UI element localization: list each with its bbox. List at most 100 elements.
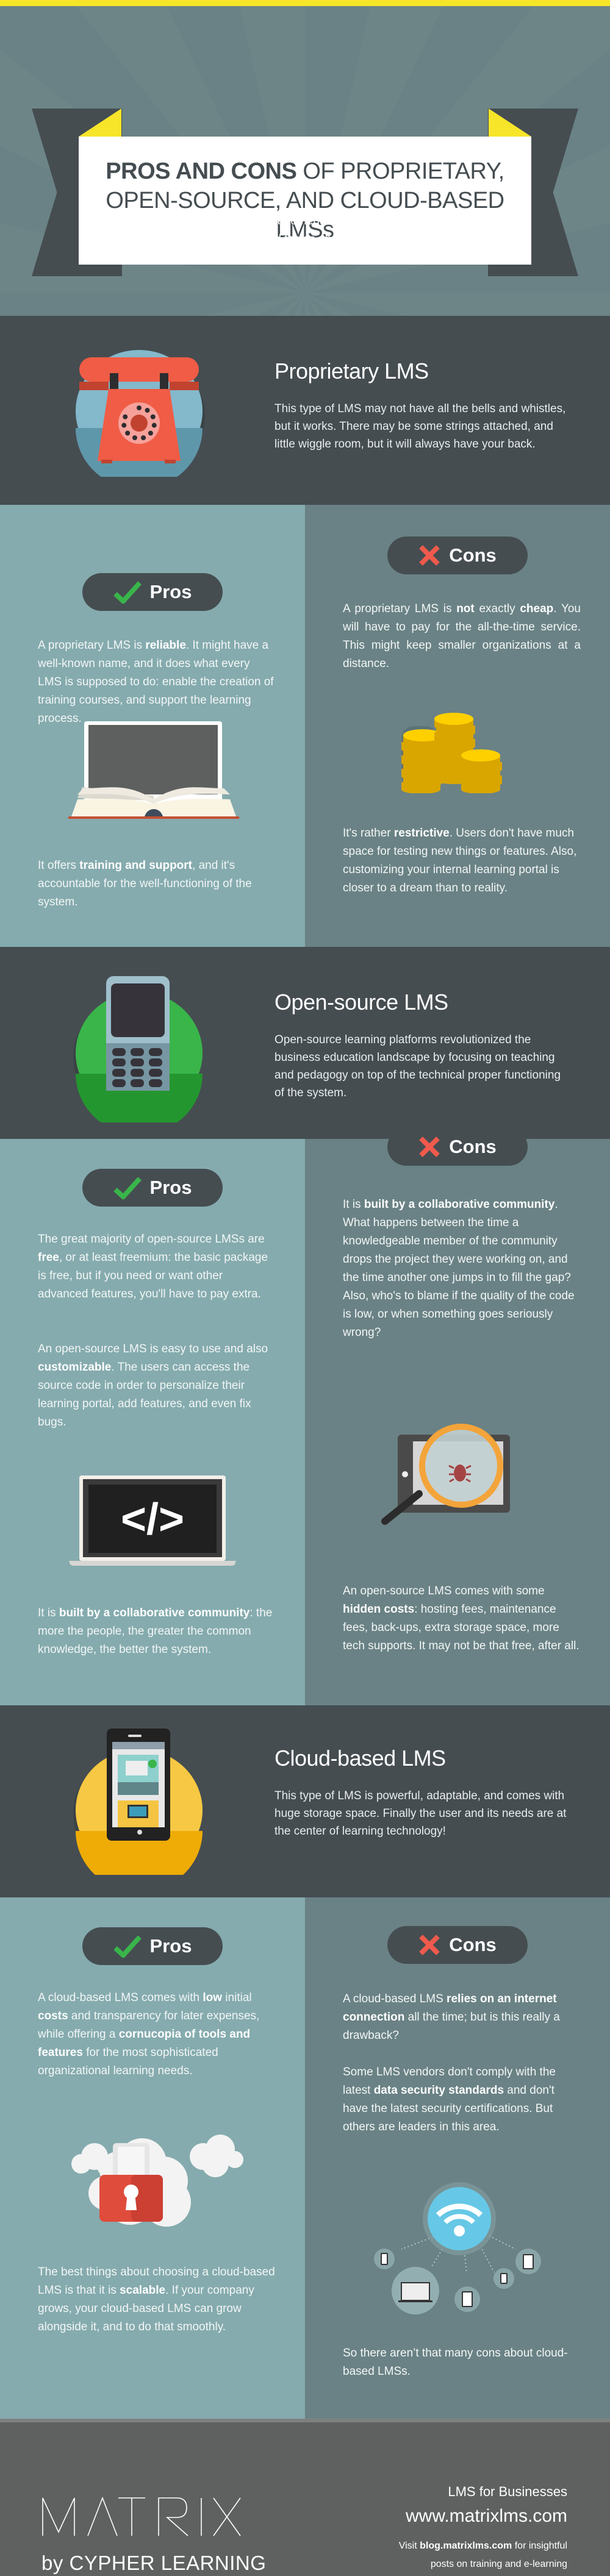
- keypad-key: [112, 1058, 126, 1066]
- con-text: It's rather restrictive. Users don't hav…: [343, 824, 581, 897]
- con-text: So there aren’t that many cons about clo…: [343, 2344, 581, 2381]
- pro-text: The best things about choosing a cloud-b…: [38, 2263, 276, 2336]
- cons-label: Cons: [449, 1934, 497, 1955]
- magnifier-bug-tablet-icon: [380, 1421, 514, 1533]
- sunburst-ray: [305, 293, 610, 316]
- check-icon: [113, 1935, 142, 1958]
- top-accent-bar: [0, 0, 610, 6]
- laptop-code-icon: </>: [69, 1475, 236, 1570]
- pros-label: Pros: [149, 1935, 192, 1957]
- title-rest: OF PROPRIETARY,: [296, 159, 504, 184]
- body-text: It is: [38, 1607, 59, 1619]
- pro-text: A proprietary LMS is reliable. It might …: [38, 637, 276, 728]
- section-open-source-pros-cons: Pros The great majority of open-source L…: [0, 1128, 610, 1705]
- con-text: An open-source LMS comes with some hidde…: [343, 1582, 581, 1655]
- cross-icon: [419, 1136, 440, 1157]
- pros-column: Pros A proprietary LMS is reliable. It m…: [0, 505, 305, 947]
- section-title: Cloud-based LMS: [274, 1746, 446, 1771]
- emphasis-text: scalable: [120, 2284, 166, 2297]
- body-text: exactly: [474, 602, 520, 615]
- dial-hole: [150, 414, 156, 419]
- check-icon: [113, 581, 142, 604]
- keypad-key: [149, 1048, 162, 1056]
- section-description: Open-source learning platforms revolutio…: [274, 1033, 561, 1099]
- emphasis-text: costs: [38, 2010, 68, 2022]
- body-text: The great majority of open-source LMSs a…: [38, 1233, 265, 1246]
- cloud-padlock-icon: [63, 2132, 246, 2233]
- keypad-key: [149, 1069, 162, 1077]
- pro-text: It offers training and support, and it's…: [38, 857, 276, 912]
- keypad-key: [112, 1048, 126, 1056]
- body-text: . What happens between the time a knowle…: [343, 1198, 575, 1339]
- title-bold: PROS AND CONS: [106, 159, 297, 184]
- visit-suffix: for insightful: [512, 2541, 567, 2551]
- pros-label: Pros: [149, 1177, 192, 1198]
- keypad-key: [149, 1079, 162, 1087]
- footer-contact: LMS for Businesses www.matrixlms.com Vis…: [399, 2483, 567, 2574]
- cons-label: Cons: [449, 544, 497, 566]
- sunburst-ray: [203, 293, 305, 316]
- blog-link[interactable]: blog.matrixlms.com: [420, 2541, 512, 2551]
- section-description: This type of LMS may not have all the be…: [274, 402, 566, 451]
- con-text: A cloud-based LMS relies on an internet …: [343, 1990, 581, 2045]
- emphasis-text: training and support: [79, 859, 193, 872]
- body-text: initial: [222, 1991, 252, 2004]
- byline: by CYPHER LEARNING: [41, 2552, 267, 2574]
- cons-column: Cons A cloud-based LMS relies on an inte…: [305, 1897, 610, 2419]
- dial-hole: [123, 414, 128, 419]
- section-title: Open-source LMS: [274, 990, 448, 1015]
- con-text: Some LMS vendors don't comply with the l…: [343, 2063, 581, 2136]
- pros-badge: Pros: [82, 573, 223, 611]
- intro-questions: What are the types of learning managemen…: [0, 212, 610, 267]
- pros-column: Pros A cloud-based LMS comes with low in…: [0, 1897, 305, 2419]
- check-icon: [113, 1177, 142, 1199]
- emphasis-text: low: [203, 1991, 223, 2004]
- footer: MATRIX by CYPHER LEARNING LMS for Busine…: [0, 2419, 610, 2576]
- section-cloud-header: Cloud-based LMS This type of LMS is powe…: [0, 1705, 610, 1897]
- section-proprietary-header: Proprietary LMS This type of LMS may not…: [0, 316, 610, 505]
- keypad-key: [149, 1058, 162, 1066]
- coin-stacks-icon: [395, 708, 511, 796]
- section-title: Proprietary LMS: [274, 359, 429, 384]
- pros-label: Pros: [149, 581, 192, 602]
- section-open-source-header: Open-source LMS Open-source learning pla…: [0, 947, 610, 1139]
- hero-header: PROS AND CONS OF PROPRIETARY, OPEN-SOURC…: [0, 6, 610, 316]
- emphasis-text: not: [456, 602, 475, 615]
- pros-badge: Pros: [82, 1169, 223, 1207]
- cons-badge: Cons: [387, 537, 528, 574]
- body-text: . It might have a well-known name, and i…: [38, 639, 274, 725]
- cons-column: Cons It is built by a collaborative comm…: [305, 1128, 610, 1705]
- wifi-devices-icon: [372, 2181, 543, 2318]
- intro-question: What are the good things about each of t…: [185, 233, 425, 246]
- logo-text: MATRIX: [41, 2497, 78, 2499]
- emphasis-text: data security standards: [373, 2084, 504, 2097]
- keypad-key: [131, 1058, 144, 1066]
- intro-question: What about the not so good things?: [214, 251, 396, 264]
- keypad-key: [112, 1069, 126, 1077]
- emphasis-text: built by a collaborative community: [59, 1607, 250, 1619]
- emphasis-text: free: [38, 1251, 59, 1264]
- body-text: An open-source LMS is easy to use and al…: [38, 1343, 268, 1355]
- smartphone-icon: [73, 1729, 205, 1892]
- intro-question: What are the types of learning managemen…: [97, 215, 513, 227]
- keypad-key: [131, 1079, 144, 1087]
- page-title-line1: PROS AND CONS OF PROPRIETARY,: [106, 157, 504, 186]
- dial-hole: [145, 407, 150, 413]
- body-text: It's rather: [343, 827, 394, 840]
- body-text: So there aren’t that many cons about clo…: [343, 2347, 568, 2378]
- keypad-key: [131, 1069, 144, 1077]
- body-text: , or at least freemium: the basic packag…: [38, 1251, 268, 1300]
- emphasis-text: built by a collaborative community: [364, 1198, 555, 1211]
- pro-text: An open-source LMS is easy to use and al…: [38, 1340, 276, 1432]
- cons-badge: Cons: [387, 1128, 528, 1166]
- keypad-key: [131, 1048, 144, 1056]
- emphasis-text: hidden costs: [343, 1603, 415, 1616]
- body-text: It is: [343, 1198, 364, 1211]
- section-description: This type of LMS is powerful, adaptable,…: [274, 1789, 567, 1838]
- cross-icon: [419, 1935, 440, 1955]
- website-link[interactable]: www.matrixlms.com: [399, 2503, 567, 2530]
- pros-badge: Pros: [82, 1927, 223, 1965]
- emphasis-text: cheap: [520, 602, 554, 615]
- con-text: It is built by a collaborative community…: [343, 1196, 581, 1342]
- rotary-telephone-icon: [73, 345, 205, 489]
